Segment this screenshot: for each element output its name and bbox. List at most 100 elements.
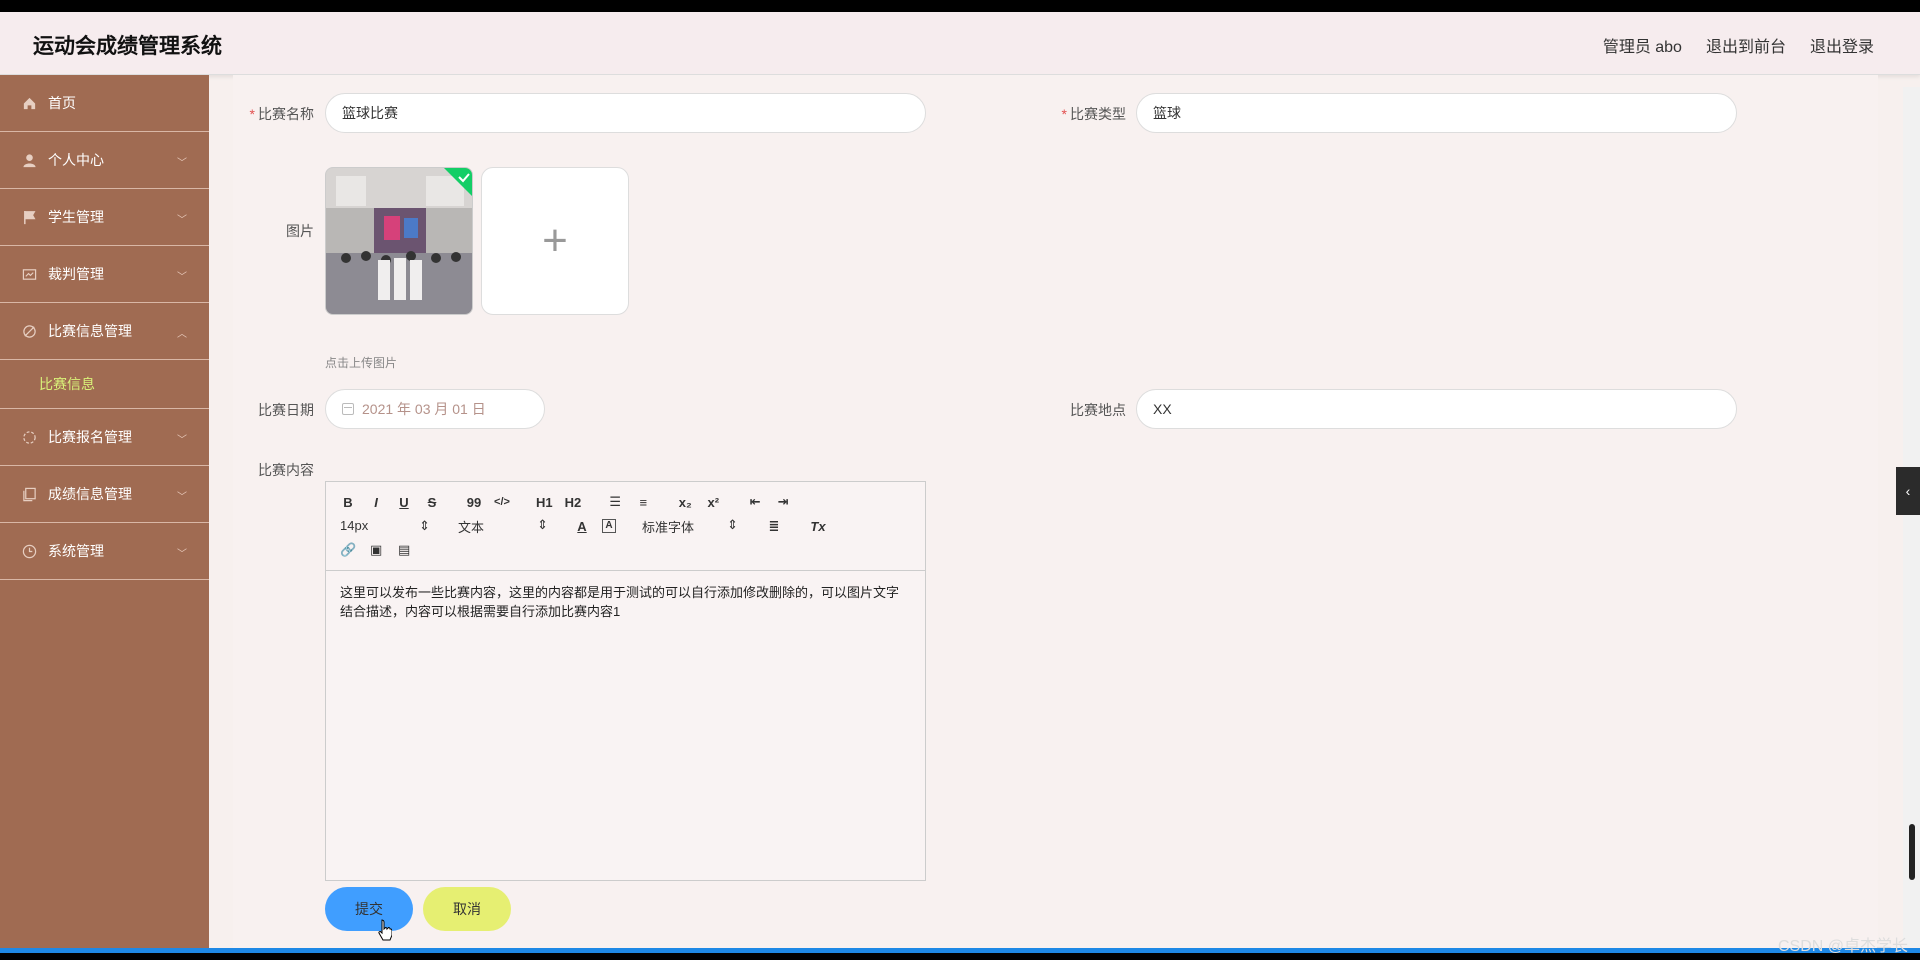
bold-button[interactable]: B — [340, 495, 356, 510]
calendar-icon — [342, 403, 354, 415]
match-type-label-text: 比赛类型 — [1070, 106, 1126, 122]
font-family-select[interactable]: 标准字体 ⇕ — [642, 517, 738, 536]
match-place-input[interactable]: XX — [1136, 389, 1737, 429]
font-family-value: 标准字体 — [642, 519, 695, 535]
image-label: 图片 — [286, 223, 314, 239]
watermark: CSDN @卓杰学长 — [1777, 938, 1908, 955]
exit-to-front-link[interactable]: 退出到前台 — [1706, 33, 1786, 57]
sidebar-item-personal[interactable]: 个人中心 ﹀ — [0, 132, 209, 189]
h1-button[interactable]: H1 — [536, 495, 553, 510]
chevron-down-icon: ﹀ — [177, 492, 187, 503]
background-color-icon[interactable]: A — [602, 519, 616, 533]
copy-icon — [23, 487, 36, 502]
required-mark: * — [1061, 106, 1067, 122]
hand-cursor-icon — [378, 919, 392, 941]
sidebar: 首页 个人中心 ﹀ 学生管理 ﹀ 裁判管理 ﹀ 比赛信息管理 ︿ 比赛信息 比赛… — [0, 75, 209, 948]
match-date-value: 2021 年 03 月 01 日 — [362, 401, 486, 417]
match-date-label: 比赛日期 — [258, 402, 314, 418]
match-place-label: 比赛地点 — [1070, 402, 1126, 418]
app-title: 运动会成绩管理系统 — [33, 35, 222, 58]
sidebar-item-match-info[interactable]: 比赛信息管理 ︿ — [0, 303, 209, 360]
match-content-label: 比赛内容 — [258, 462, 314, 478]
uploaded-image[interactable] — [325, 167, 473, 315]
cancel-button[interactable]: 取消 — [423, 887, 511, 931]
chevron-down-icon: ﹀ — [177, 272, 187, 283]
board-icon — [22, 269, 37, 280]
sidebar-item-scores[interactable]: 成绩信息管理 ﹀ — [0, 466, 209, 523]
home-icon — [23, 97, 36, 110]
select-arrows-icon: ⇕ — [419, 518, 430, 533]
sidebar-item-students[interactable]: 学生管理 ﹀ — [0, 189, 209, 246]
quote-button[interactable]: 99 — [466, 495, 482, 510]
chevron-down-icon: ﹀ — [177, 435, 187, 446]
video-icon[interactable]: ▤ — [396, 542, 412, 558]
header-actions: 管理员 abo 退出到前台 退出登录 — [1603, 33, 1874, 57]
sidebar-item-label: 系统管理 — [48, 543, 104, 559]
sidebar-item-label: 比赛报名管理 — [48, 429, 132, 445]
flag-icon — [24, 210, 36, 225]
sidebar-item-label: 首页 — [48, 95, 76, 111]
toolbar-row: 🔗 ▣ ▤ — [340, 538, 911, 562]
required-mark: * — [249, 106, 255, 122]
bullet-list-icon[interactable]: ≡ — [635, 495, 651, 510]
match-name-label: * 比赛名称 — [234, 104, 314, 124]
sidebar-item-label: 学生管理 — [48, 209, 104, 225]
strike-button[interactable]: S — [424, 495, 440, 510]
match-type-input[interactable]: 篮球 — [1136, 93, 1737, 133]
plus-icon: + — [542, 216, 568, 265]
clock-icon — [22, 544, 37, 559]
outdent-icon[interactable]: ⇤ — [747, 494, 763, 510]
add-image-button[interactable]: + — [481, 167, 629, 315]
h2-button[interactable]: H2 — [565, 495, 582, 510]
clean-format-button[interactable]: Tx — [810, 519, 826, 534]
code-button[interactable]: </> — [494, 496, 510, 508]
chevron-up-icon: ︿ — [177, 329, 187, 340]
sidebar-item-registration[interactable]: 比赛报名管理 ﹀ — [0, 409, 209, 466]
chevron-left-icon[interactable]: ‹ — [1896, 467, 1920, 515]
chevron-down-icon: ﹀ — [177, 158, 187, 169]
scrollbar-thumb[interactable] — [1909, 824, 1915, 880]
sidebar-item-label: 个人中心 — [48, 152, 104, 168]
superscript-button[interactable]: x² — [705, 495, 721, 510]
sidebar-subitem-match-info[interactable]: 比赛信息 — [0, 360, 209, 409]
match-type-label: * 比赛类型 — [1046, 104, 1126, 124]
font-size-select[interactable]: 14px ⇕ — [340, 518, 430, 534]
sidebar-item-home[interactable]: 首页 — [0, 75, 209, 132]
sidebar-item-system[interactable]: 系统管理 ﹀ — [0, 523, 209, 580]
header-select[interactable]: 文本 ⇕ — [458, 517, 548, 536]
app-window: 运动会成绩管理系统 管理员 abo 退出到前台 退出登录 首页 个人中心 ﹀ 学… — [0, 12, 1920, 948]
subscript-button[interactable]: x₂ — [677, 495, 693, 510]
user-icon — [23, 154, 36, 168]
video-progress-bar[interactable] — [0, 948, 1920, 953]
header-select-value: 文本 — [458, 519, 485, 535]
align-icon[interactable]: ≣ — [766, 518, 782, 534]
link-icon[interactable]: 🔗 — [340, 542, 356, 558]
font-color-icon[interactable]: A — [574, 519, 590, 534]
upload-tip: 点击上传图片 — [325, 356, 398, 370]
match-name-label-text: 比赛名称 — [258, 106, 314, 122]
underline-button[interactable]: U — [396, 495, 412, 510]
circle-icon — [23, 431, 36, 444]
tag-icon — [23, 325, 36, 338]
logout-link[interactable]: 退出登录 — [1810, 33, 1874, 57]
match-date-picker[interactable]: 2021 年 03 月 01 日 — [325, 389, 545, 429]
sidebar-item-referees[interactable]: 裁判管理 ﹀ — [0, 246, 209, 303]
admin-label[interactable]: 管理员 abo — [1603, 33, 1682, 57]
rich-text-editor: B I U S 99 </> H1 H2 ☰ ≡ x₂ x² ⇤ ⇥ 14px ⇕… — [325, 481, 926, 881]
editor-content[interactable]: 这里可以发布一些比赛内容，这里的内容都是用于测试的可以自行添加修改删除的，可以图… — [326, 571, 925, 633]
indent-icon[interactable]: ⇥ — [775, 494, 791, 510]
ordered-list-icon[interactable]: ☰ — [607, 494, 623, 510]
sidebar-item-label: 裁判管理 — [48, 266, 104, 282]
italic-button[interactable]: I — [368, 495, 384, 510]
scrollbar[interactable] — [1903, 87, 1920, 947]
select-arrows-icon: ⇕ — [537, 516, 548, 532]
editor-toolbar: B I U S 99 </> H1 H2 ☰ ≡ x₂ x² ⇤ ⇥ 14px ⇕… — [326, 482, 925, 571]
chevron-down-icon: ﹀ — [177, 549, 187, 560]
toolbar-row: 14px ⇕ 文本 ⇕ A A 标准字体 ⇕ ≣ Tx — [340, 514, 911, 538]
sidebar-item-label: 比赛信息管理 — [48, 323, 132, 339]
image-icon[interactable]: ▣ — [368, 542, 384, 558]
submit-button[interactable]: 提交 — [325, 887, 413, 931]
match-name-input[interactable]: 篮球比赛 — [325, 93, 926, 133]
toolbar-row: B I U S 99 </> H1 H2 ☰ ≡ x₂ x² ⇤ ⇥ — [340, 490, 911, 514]
sidebar-item-label: 成绩信息管理 — [48, 486, 132, 502]
